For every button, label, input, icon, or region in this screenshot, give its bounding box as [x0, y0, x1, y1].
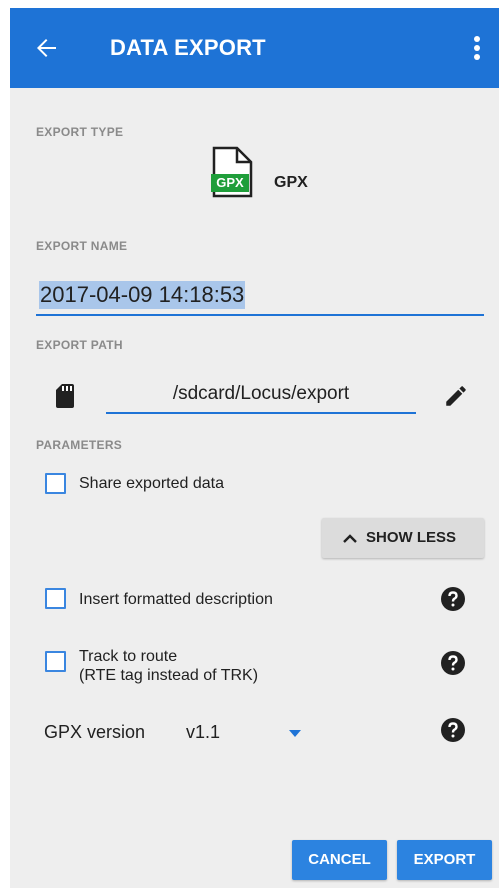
sd-card-icon [56, 384, 74, 408]
gpx-version-select[interactable]: v1.1 [186, 722, 220, 743]
cancel-button[interactable]: CANCEL [292, 840, 387, 880]
export-name-input[interactable]: 2017-04-09 14:18:53 [36, 276, 484, 316]
help-circle-icon[interactable] [440, 717, 466, 743]
export-name-label: EXPORT NAME [36, 239, 128, 253]
arrow-back-icon[interactable] [30, 32, 62, 64]
export-name-value: 2017-04-09 14:18:53 [39, 281, 246, 309]
track-to-route-label-line1: Track to route [79, 648, 178, 665]
export-path-value: /sdcard/Locus/export [172, 383, 350, 404]
export-type-label: EXPORT TYPE [36, 125, 124, 139]
gpx-version-label: GPX version [44, 722, 146, 742]
gpx-file-icon: GPX [211, 146, 255, 198]
help-circle-icon[interactable] [440, 650, 466, 676]
export-type-value[interactable]: GPX [274, 174, 308, 192]
parameters-label: PARAMETERS [36, 438, 123, 452]
track-to-route-checkbox[interactable] [45, 651, 66, 672]
track-to-route-label: Track to route (RTE tag instead of TRK) [79, 647, 258, 685]
help-circle-icon[interactable] [440, 586, 466, 612]
more-vert-icon[interactable] [465, 30, 489, 66]
export-path-label: EXPORT PATH [36, 338, 123, 352]
export-path-input[interactable]: /sdcard/Locus/export [106, 378, 416, 414]
export-button[interactable]: EXPORT [397, 840, 492, 880]
screen: DATA EXPORT EXPORT TYPE GPX GPX EXPORT N… [10, 8, 499, 888]
gpx-file-badge: GPX [216, 175, 244, 190]
track-to-route-label-line2: (RTE tag instead of TRK) [79, 667, 259, 684]
show-less-button[interactable]: SHOW LESS [322, 518, 484, 558]
share-exported-data-checkbox[interactable] [45, 473, 66, 494]
pencil-icon[interactable] [443, 383, 469, 409]
dropdown-arrow-icon[interactable] [289, 730, 301, 738]
insert-description-label: Insert formatted description [79, 591, 273, 608]
chevron-up-icon [343, 534, 357, 543]
app-bar: DATA EXPORT [10, 8, 499, 88]
page-title: DATA EXPORT [110, 35, 266, 60]
share-exported-data-label: Share exported data [79, 475, 224, 492]
show-less-label: SHOW LESS [366, 529, 457, 546]
insert-description-checkbox[interactable] [45, 588, 66, 609]
